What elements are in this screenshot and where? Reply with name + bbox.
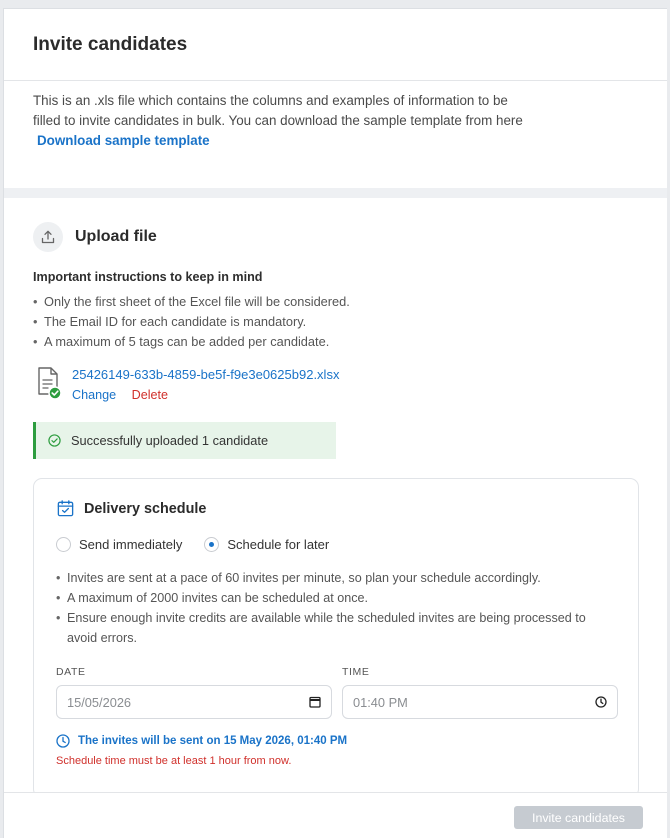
success-banner: Successfully uploaded 1 candidate [33, 422, 336, 459]
clock-icon[interactable] [595, 696, 607, 708]
time-field: TIME 01:40 PM [342, 666, 618, 719]
list-item: Only the first sheet of the Excel file w… [33, 292, 638, 312]
invite-candidates-button[interactable]: Invite candidates [514, 806, 643, 829]
clock-info-icon [56, 734, 70, 748]
schedule-notes: Invites are sent at a pace of 60 invites… [56, 568, 616, 648]
schedule-header: Delivery schedule [56, 499, 616, 518]
date-input[interactable]: 15/05/2026 [56, 685, 332, 719]
datetime-fields: DATE 15/05/2026 TIME 01:40 PM [56, 666, 618, 719]
list-item: The Email ID for each candidate is manda… [33, 312, 638, 332]
delete-file-button[interactable]: Delete [132, 388, 168, 402]
uploaded-file: 25426149-633b-4859-be5f-f9e3e0625b92.xls… [33, 366, 638, 404]
schedule-info: The invites will be sent on 15 May 2026,… [56, 734, 616, 748]
change-file-button[interactable]: Change [72, 388, 116, 402]
check-circle-icon [48, 434, 61, 447]
success-message: Successfully uploaded 1 candidate [71, 433, 269, 448]
schedule-error: Schedule time must be at least 1 hour fr… [56, 755, 292, 767]
calendar-picker-icon[interactable] [309, 696, 321, 708]
list-item: Ensure enough invite credits are availab… [56, 608, 616, 648]
radio-send-immediately[interactable]: Send immediately [56, 537, 182, 552]
time-value: 01:40 PM [353, 694, 408, 710]
section-divider [4, 188, 667, 198]
list-item: A maximum of 2000 invites can be schedul… [56, 588, 616, 608]
radio-label: Schedule for later [227, 537, 330, 552]
panel-header: Invite candidates [4, 9, 667, 81]
intro-description: This is an .xls file which contains the … [33, 93, 523, 128]
delivery-schedule-card: Delivery schedule Send immediately Sched… [33, 478, 639, 798]
date-label: DATE [56, 666, 86, 678]
schedule-title: Delivery schedule [84, 500, 207, 517]
delivery-options: Send immediately Schedule for later [56, 537, 616, 552]
list-item: A maximum of 5 tags can be added per can… [33, 332, 638, 352]
upload-section: Upload file Important instructions to ke… [4, 198, 667, 798]
file-actions: Change Delete [72, 386, 339, 404]
file-check-icon [36, 366, 62, 400]
time-input[interactable]: 01:40 PM [342, 685, 618, 719]
download-template-link[interactable]: Download sample template [37, 133, 210, 148]
radio-button[interactable] [56, 537, 71, 552]
radio-button-selected[interactable] [204, 537, 220, 552]
upload-icon [33, 222, 63, 252]
upload-header: Upload file [33, 222, 638, 252]
panel-footer: Invite candidates [4, 792, 667, 838]
file-name[interactable]: 25426149-633b-4859-be5f-f9e3e0625b92.xls… [72, 366, 339, 384]
date-field: DATE 15/05/2026 [56, 666, 332, 719]
page-title: Invite candidates [33, 33, 188, 55]
date-value: 15/05/2026 [67, 694, 132, 710]
list-item: Invites are sent at a pace of 60 invites… [56, 568, 616, 588]
time-label: TIME [342, 666, 370, 678]
radio-schedule-later[interactable]: Schedule for later [204, 537, 329, 552]
file-info: 25426149-633b-4859-be5f-f9e3e0625b92.xls… [72, 366, 339, 404]
schedule-info-text: The invites will be sent on 15 May 2026,… [78, 735, 348, 747]
calendar-icon [56, 499, 75, 518]
instructions-list: Only the first sheet of the Excel file w… [33, 292, 638, 352]
radio-label: Send immediately [79, 537, 183, 552]
intro-text: This is an .xls file which contains the … [4, 81, 562, 188]
instructions-title: Important instructions to keep in mind [33, 270, 263, 284]
invite-candidates-panel: Invite candidates This is an .xls file w… [3, 8, 667, 838]
upload-title: Upload file [75, 228, 157, 245]
